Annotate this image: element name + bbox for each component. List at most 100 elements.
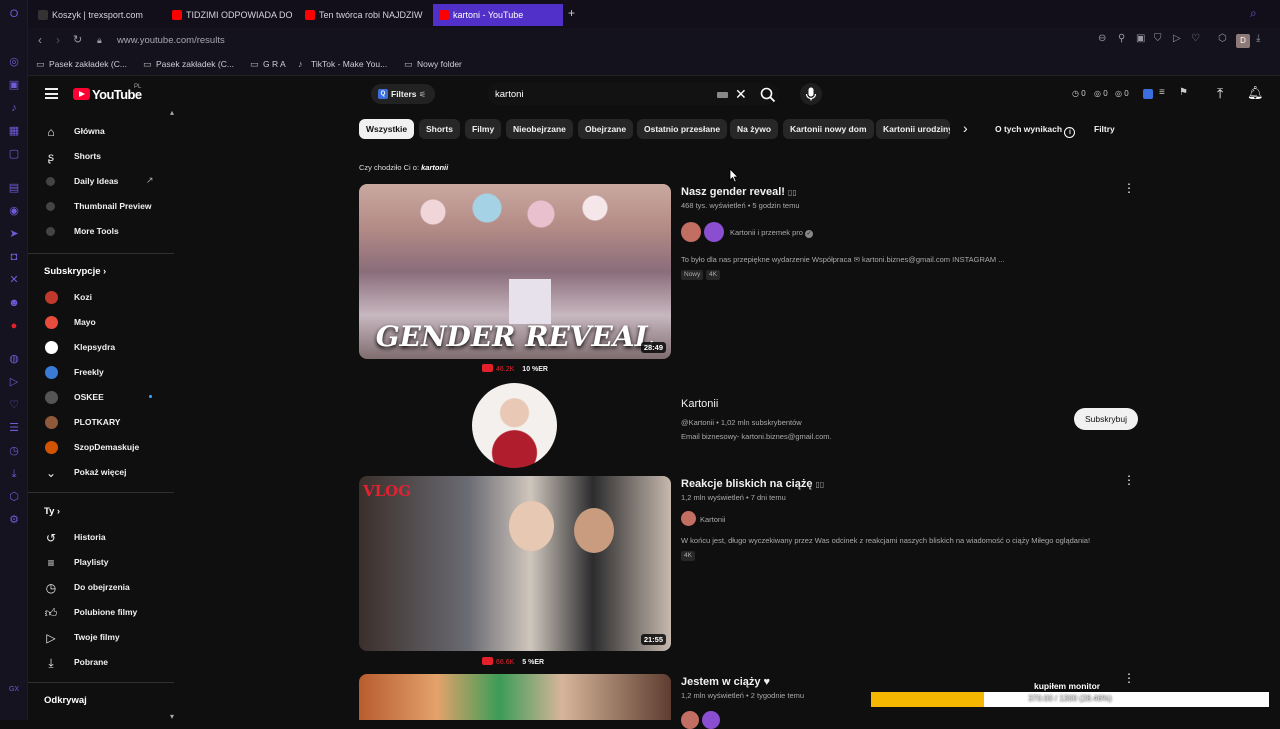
sidebar-item-watch-later[interactable]: ◷ Do obejrzenia: [28, 576, 174, 598]
chip-kartonii-birthday[interactable]: Kartonii urodziny: [876, 119, 950, 139]
extensions-icon[interactable]: ▣: [8, 79, 20, 91]
search-icon[interactable]: [759, 86, 777, 104]
shield-icon[interactable]: ⛉: [1154, 33, 1162, 44]
chip-recently-uploaded[interactable]: Ostatnio przesłane: [637, 119, 728, 139]
channel-card-name[interactable]: Kartonii: [681, 398, 718, 410]
youtube-logo-icon[interactable]: [73, 88, 90, 100]
video-thumbnail[interactable]: VLOG 21:55: [359, 476, 671, 651]
video-thumbnail[interactable]: [359, 674, 671, 720]
bookmark-heart-icon[interactable]: ♡: [1191, 33, 1200, 44]
player-icon[interactable]: ♪: [8, 102, 20, 114]
notifications-bell-icon[interactable]: 🔔︎: [1247, 85, 1264, 101]
sidebar-item-sub[interactable]: Mayo: [28, 311, 174, 333]
search-input[interactable]: [495, 89, 695, 100]
sidebar-item-sub[interactable]: OSKEE: [28, 386, 174, 408]
send-icon[interactable]: ▷: [1173, 33, 1181, 44]
video-title[interactable]: Jestem w ciąży ♥: [681, 676, 770, 688]
chip-kartonii-new-home[interactable]: Kartonii nowy dom: [783, 119, 874, 139]
zoom-icon[interactable]: ⊖: [1098, 33, 1106, 44]
tab[interactable]: TIDZIMI ODPOWIADA DO: [166, 4, 294, 26]
pin-icon[interactable]: ⚲: [1118, 33, 1125, 44]
forward-icon[interactable]: ›: [56, 33, 60, 47]
sidebar-show-more[interactable]: ⌄ Pokaż więcej: [28, 461, 174, 483]
record-icon[interactable]: ●: [8, 320, 20, 332]
box-icon[interactable]: ▢: [8, 148, 20, 160]
sidebar-item-shorts[interactable]: ʂ Shorts: [28, 145, 174, 167]
keyboard-icon[interactable]: [717, 92, 728, 98]
bookmark-folder[interactable]: ▭ G R A: [250, 59, 286, 69]
x-icon[interactable]: ✕: [8, 274, 20, 286]
channel-avatar[interactable]: [702, 711, 720, 729]
subscriptions-heading[interactable]: Subskrypcje ›: [44, 266, 106, 277]
clear-search-icon[interactable]: ✕: [735, 86, 747, 103]
clock-icon[interactable]: ◷: [8, 445, 20, 457]
heart-icon[interactable]: ♡: [8, 399, 20, 411]
chip-watched[interactable]: Obejrzane: [578, 119, 634, 139]
reload-icon[interactable]: ↻: [73, 33, 82, 46]
hamburger-menu-icon[interactable]: [45, 88, 58, 99]
filters-extension-button[interactable]: Q Filters ⚟: [371, 84, 435, 104]
back-icon[interactable]: ‹: [38, 33, 42, 47]
tab[interactable]: Koszyk | trexsport.com: [32, 4, 166, 26]
sidebar-item-sub[interactable]: Freekly: [28, 361, 174, 383]
whatsapp-icon[interactable]: ◍: [8, 353, 20, 365]
sidebar-item-playlists[interactable]: ≡ Playlisty: [28, 551, 174, 573]
sidebar-item-daily-ideas[interactable]: Daily Ideas ↗: [28, 170, 174, 192]
sidebar-item-thumbnail-preview[interactable]: Thumbnail Preview: [28, 195, 174, 217]
url-field[interactable]: www.youtube.com/results: [117, 35, 225, 46]
sidebar-item-your-videos[interactable]: ▷ Twoje filmy: [28, 626, 174, 648]
play-icon[interactable]: ▷: [8, 376, 20, 388]
subscribe-button[interactable]: Subskrybuj: [1074, 408, 1138, 430]
sidebar-item-sub[interactable]: PLOTKARY: [28, 411, 174, 433]
instagram-icon[interactable]: ◘: [8, 251, 20, 263]
channel-avatar[interactable]: [681, 511, 696, 526]
sidebar-item-sub[interactable]: SzopDemaskuje: [28, 436, 174, 458]
chip-live[interactable]: Na żywo: [730, 119, 779, 139]
sidebar-item-sub[interactable]: Kozi: [28, 286, 174, 308]
more-actions-icon[interactable]: ⋮: [1123, 182, 1135, 194]
video-title[interactable]: Reakcje bliskich na ciążę ▯▯: [681, 478, 824, 490]
about-results-link[interactable]: O tych wynikach i: [995, 124, 1076, 138]
channel-name[interactable]: Kartonii i przemek pro ✓: [730, 228, 814, 238]
extension-icon[interactable]: [1143, 89, 1153, 99]
discord-icon[interactable]: ☻: [8, 297, 20, 309]
chevron-right-icon[interactable]: ›: [963, 120, 968, 136]
bookmark-folder[interactable]: ▭ Nowy folder: [404, 59, 462, 69]
search-tabs-icon[interactable]: ⌕: [1250, 6, 1257, 21]
more-actions-icon[interactable]: ⋮: [1123, 672, 1135, 684]
channel-avatar-large[interactable]: [472, 383, 557, 468]
video-title[interactable]: Nasz gender reveal! ▯▯: [681, 186, 797, 198]
telegram-icon[interactable]: ➤: [8, 228, 20, 240]
channel-avatar[interactable]: [681, 222, 701, 242]
you-heading[interactable]: Ty ›: [44, 506, 60, 517]
chip-all[interactable]: Wszystkie: [359, 119, 415, 139]
sidebar-item-sub[interactable]: Klepsydra: [28, 336, 174, 358]
channel-name[interactable]: Kartonii: [700, 515, 725, 524]
settings-icon[interactable]: ⚙: [8, 514, 20, 526]
sidebar-item-history[interactable]: ↺ Historia: [28, 526, 174, 548]
sidebar-item-downloads[interactable]: ⤓ Pobrane: [28, 651, 174, 673]
twitch-icon[interactable]: ▤: [8, 182, 20, 194]
video-thumbnail[interactable]: GENDER REVEAL 28:49: [359, 184, 671, 359]
new-tab-button[interactable]: +: [568, 6, 575, 20]
sidebar-item-more-tools[interactable]: More Tools: [28, 220, 174, 242]
extension-icon[interactable]: ⚑: [1179, 87, 1188, 98]
download-icon[interactable]: ⤓: [8, 468, 20, 480]
snapshot-icon[interactable]: ▣: [1136, 33, 1145, 44]
more-actions-icon[interactable]: ⋮: [1123, 474, 1135, 486]
opera-logo-icon[interactable]: O: [8, 8, 20, 20]
messenger-icon[interactable]: ◉: [8, 205, 20, 217]
sidebar-item-home[interactable]: ⌂ Główna: [28, 120, 174, 142]
bookmark-folder[interactable]: ▭ Pasek zakładek (C...: [143, 59, 234, 69]
chip-unwatched[interactable]: Nieobejrzane: [506, 119, 573, 139]
bookmark-link[interactable]: ♪ TikTok - Make You...: [298, 59, 387, 69]
chip-shorts[interactable]: Shorts: [419, 119, 460, 139]
extensions-puzzle-icon[interactable]: ⬡: [1218, 33, 1227, 44]
workspaces-icon[interactable]: ▦: [8, 125, 20, 137]
sidebar-item-liked[interactable]: 👍︎ Polubione filmy: [28, 601, 174, 623]
cube-icon[interactable]: ⬡: [8, 491, 20, 503]
channel-avatar[interactable]: [681, 711, 699, 729]
list-icon[interactable]: ☰: [8, 422, 20, 434]
chip-films[interactable]: Filmy: [465, 119, 502, 139]
gx-icon[interactable]: GX: [8, 684, 20, 696]
